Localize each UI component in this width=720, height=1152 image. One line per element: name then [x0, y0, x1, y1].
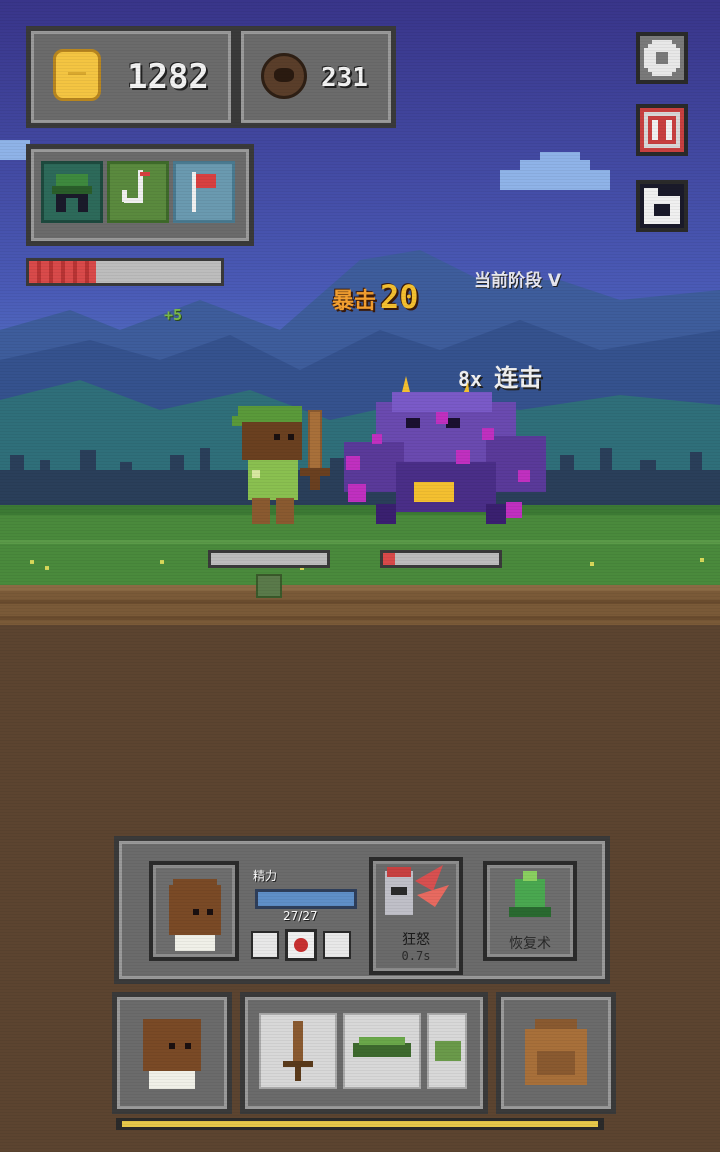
equipment-panel: [26, 144, 254, 246]
enemy-hp-fill: [383, 553, 395, 565]
gold-coin-icon: [53, 49, 101, 101]
player-main-hp-fill: [29, 261, 97, 283]
item-slot-partial[interactable]: [427, 1013, 467, 1089]
skills-panel: 精力 27/27 狂怒 0.7s 恢复术: [114, 836, 610, 984]
sword-slot[interactable]: [259, 1013, 337, 1089]
game-scene: 1282 231 +5 当前阶段 V 暴击 20 8x 连击 精力 27/27 …: [0, 0, 720, 1152]
gold-amount: 1282: [127, 57, 209, 97]
leaf-slot[interactable]: [343, 1013, 421, 1089]
rage-cooldown: 0.7s: [401, 949, 431, 963]
hero-portrait-slot[interactable]: [149, 861, 239, 961]
backpack-button[interactable]: [496, 992, 616, 1114]
crit-value: 20: [380, 278, 419, 316]
crit-popup: 暴击 20: [332, 278, 419, 316]
skill-mini-2[interactable]: [285, 929, 317, 961]
player-hp-bar: [208, 550, 330, 568]
equipment-bar: [240, 992, 488, 1114]
gem-amount: 231: [321, 63, 368, 93]
restart-button[interactable]: [636, 180, 688, 232]
leaf-icon: [353, 1037, 411, 1057]
stamina-label: 精力: [253, 869, 278, 883]
helmet-icon: [52, 174, 92, 212]
skill-mini-3[interactable]: [323, 931, 351, 959]
gem-panel: 231: [236, 26, 396, 128]
stage-label: 当前阶段 V: [474, 271, 562, 291]
hero-character: [232, 406, 330, 524]
enemy-hp-bar: [380, 550, 502, 568]
enemy-dragon: [344, 376, 546, 524]
stamina-bar: [255, 889, 357, 909]
hero-portrait: [169, 879, 221, 951]
pause-button[interactable]: [636, 104, 688, 156]
flag-icon: [192, 172, 216, 212]
settings-gear-icon: [644, 40, 680, 76]
gain-popup: +5: [164, 306, 183, 324]
sword-icon: [283, 1021, 313, 1081]
fishing-hook-icon: [122, 170, 150, 203]
flag-slot[interactable]: [173, 161, 235, 223]
pause-icon: [644, 112, 680, 148]
xp-fill: [122, 1121, 598, 1127]
xp-bar: [116, 1118, 604, 1130]
helmet-slot[interactable]: [41, 161, 103, 223]
heal-skill-button[interactable]: 恢复术: [483, 861, 577, 961]
character-button[interactable]: [112, 992, 232, 1114]
settings-button[interactable]: [636, 32, 688, 84]
gem-icon: [261, 53, 307, 99]
character-portrait: [143, 1019, 201, 1089]
backpack-icon: [525, 1019, 587, 1085]
rage-skill-button[interactable]: 狂怒 0.7s: [369, 857, 463, 975]
drop-item[interactable]: [256, 574, 282, 598]
rage-icon: [385, 865, 449, 915]
gold-panel: 1282: [26, 26, 236, 128]
item-icon: [435, 1041, 461, 1061]
stamina-value: 27/27: [283, 909, 318, 923]
heal-icon: [509, 871, 551, 917]
player-main-hp-bar: [26, 258, 224, 286]
fishing-slot[interactable]: [107, 161, 169, 223]
skill-mini-1[interactable]: [251, 931, 279, 959]
restart-icon: [644, 188, 680, 224]
heal-label: 恢复术: [509, 936, 551, 952]
rage-label: 狂怒: [402, 932, 430, 948]
crit-label: 暴击: [332, 289, 377, 314]
